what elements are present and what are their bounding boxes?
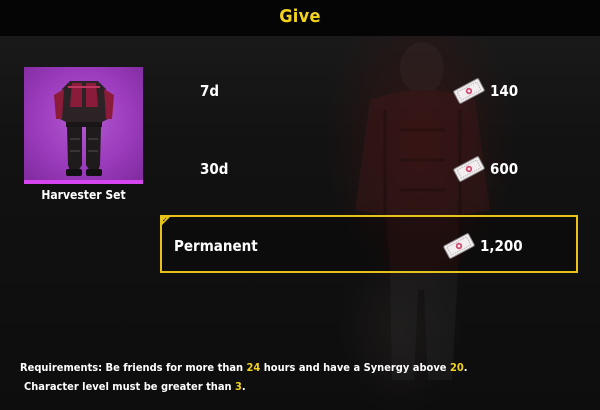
rarity-bar: [24, 180, 143, 184]
requirements-line-2: Character level must be greater than 3.: [20, 377, 590, 396]
price-value: 600: [490, 160, 519, 178]
option-duration: 30d: [200, 160, 229, 178]
requirements-line-1: Requirements: Be friends for more than 2…: [20, 358, 590, 377]
req-text: hours and have a Synergy above: [260, 361, 450, 374]
outfit-icon: [54, 81, 114, 176]
option-price: 1,200: [442, 217, 523, 275]
checkmark-icon: ✓: [162, 216, 168, 224]
give-dialog: Give Harvester Set 7d 140 30d 600 ✓ Perm…: [0, 0, 600, 410]
requirements-text: Requirements: Be friends for more than 2…: [20, 358, 590, 396]
option-30d[interactable]: 30d 600: [160, 140, 578, 198]
item-name: Harvester Set: [41, 188, 126, 202]
item-card: [24, 67, 143, 183]
req-level-value: 3: [235, 380, 242, 393]
voucher-icon: [453, 78, 485, 104]
option-permanent[interactable]: ✓ Permanent 1,200: [160, 215, 578, 273]
voucher-icon: [443, 233, 475, 259]
title-bar: Give: [0, 0, 600, 36]
req-hours-value: 24: [246, 361, 261, 374]
option-price: 140: [452, 62, 518, 120]
dialog-title: Give: [279, 6, 321, 27]
voucher-icon: [453, 156, 485, 182]
option-duration: 7d: [200, 82, 220, 100]
option-price: 600: [452, 140, 518, 198]
price-value: 140: [490, 82, 519, 100]
req-synergy-value: 20: [449, 361, 464, 374]
req-text: .: [463, 361, 468, 374]
req-text: .: [241, 380, 246, 393]
req-text: Requirements: Be friends for more than: [20, 361, 247, 374]
price-value: 1,200: [480, 237, 523, 255]
req-text: Character level must be greater than: [24, 380, 236, 393]
option-duration: Permanent: [174, 237, 258, 255]
option-7d[interactable]: 7d 140: [160, 62, 578, 120]
